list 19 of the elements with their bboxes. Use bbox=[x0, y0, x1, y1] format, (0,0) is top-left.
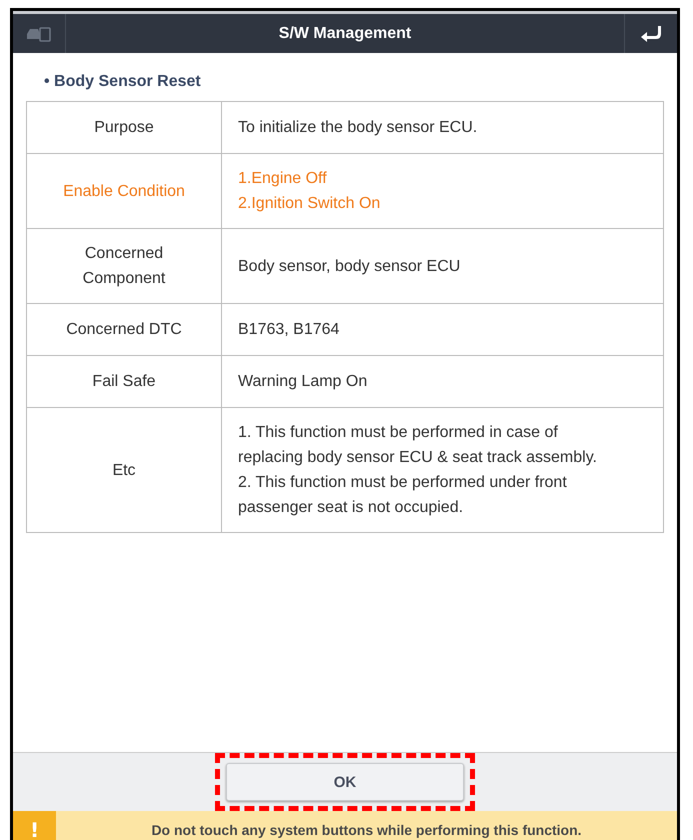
table-cell: Fail Safe bbox=[27, 356, 222, 407]
back-icon[interactable] bbox=[640, 24, 662, 42]
table-cell-text: Warning Lamp On bbox=[237, 372, 368, 392]
table-cell: Etc bbox=[27, 408, 222, 532]
warning-text: Do not touch any system buttons while performing this function. bbox=[150, 822, 583, 838]
table-cell-text: To initialize the body sensor ECU. bbox=[237, 118, 478, 138]
table-cell: Concerned DTC bbox=[27, 304, 222, 355]
table-cell-text: 1. This function must be performed in case of replacing body sensor ECU & seat track assembly. 2. This function must be performed under front passenger seat is not occupied. bbox=[237, 423, 598, 518]
car-document-icon[interactable] bbox=[26, 24, 52, 42]
table-cell-text: 1.Engine Off 2.Ignition Switch On bbox=[237, 169, 382, 214]
warning-icon: ! bbox=[13, 811, 56, 840]
section-title: • Body Sensor Reset bbox=[43, 72, 202, 92]
table-cell-text: B1763, B1764 bbox=[237, 320, 340, 340]
ok-button[interactable]: OK bbox=[226, 763, 464, 801]
table-cell-text: Body sensor, body sensor ECU bbox=[237, 256, 462, 276]
table-cell: Purpose bbox=[27, 102, 222, 153]
window-title: S/W Management bbox=[278, 24, 412, 42]
table-cell: Concerned Component bbox=[27, 229, 222, 303]
table-cell: Enable Condition bbox=[27, 154, 222, 228]
